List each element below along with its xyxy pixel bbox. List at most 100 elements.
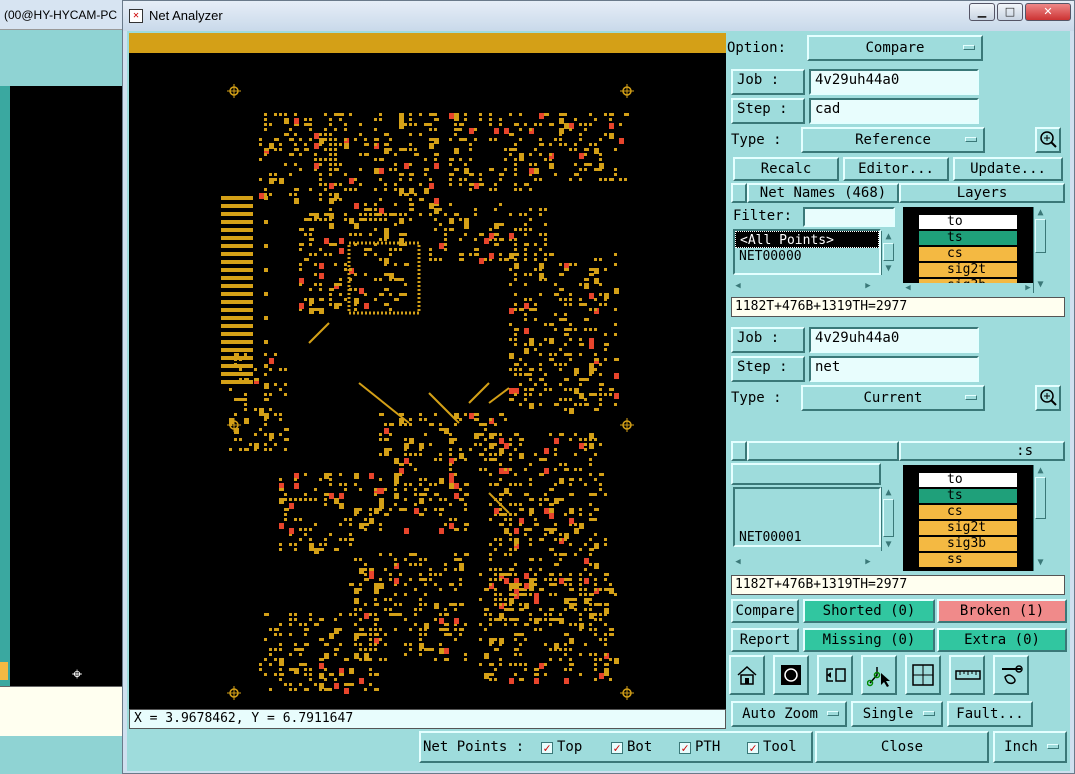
net-points-label: Net Points : [423,739,525,755]
scroll-thumb[interactable] [1035,477,1046,519]
layer-item-ts[interactable]: ts [919,489,1017,503]
close-button[interactable]: Close [815,731,989,763]
ref-zoom-button[interactable] [1035,127,1061,153]
cur-job-field[interactable]: 4v29uh44a0 [809,327,979,353]
window-client: X = 3.9678462, Y = 6.7911647 Option: Com… [127,31,1070,771]
pcb-board-view[interactable] [129,53,726,709]
auto-zoom-dropdown[interactable]: Auto Zoom [731,701,847,727]
single-dropdown[interactable]: Single [851,701,943,727]
scroll-up-icon[interactable]: ▲ [883,231,894,242]
layer-item-cs[interactable]: cs [919,247,1017,261]
scroll-thumb[interactable] [1035,219,1046,253]
net-select-tool-button[interactable] [861,655,897,695]
ref-net-names-header[interactable]: Net Names (468) [747,183,899,203]
option-value: Compare [865,40,925,56]
fault-button[interactable]: Fault... [947,701,1033,727]
layer-item-to[interactable]: to [919,215,1017,229]
scroll-left-icon[interactable]: ◀ [733,281,743,291]
filter-input[interactable] [803,207,895,227]
cur-net-hscroll[interactable]: ◀ ▶ [733,557,873,569]
ref-layers-header[interactable]: Layers [899,183,1065,203]
report-button[interactable]: Report [731,628,799,652]
list-item[interactable]: NET00001 [735,529,879,545]
scroll-thumb[interactable] [883,243,894,261]
scroll-down-icon[interactable]: ▼ [1035,557,1046,568]
scroll-left-icon[interactable]: ◀ [903,283,913,293]
scroll-thumb[interactable] [883,499,894,537]
broken-button[interactable]: Broken (1) [937,599,1067,623]
pth-checkbox-label: PTH [695,739,721,755]
shorted-button[interactable]: Shorted (0) [803,599,935,623]
layer-item-cs[interactable]: cs [919,505,1017,519]
list-item[interactable]: <All Points> [735,231,879,248]
scroll-up-icon[interactable]: ▲ [1035,207,1046,218]
compare-button[interactable]: Compare [731,599,799,623]
cur-net-list[interactable]: NET00001 [733,487,881,547]
home-tool-button[interactable] [729,655,765,695]
maximize-button[interactable]: □ [997,3,1023,21]
scroll-down-icon[interactable]: ▼ [1035,279,1046,290]
ruler-tool-button[interactable] [949,655,985,695]
ref-layer-hscroll[interactable]: ◀ ▶ [903,283,1033,295]
cur-step-field[interactable]: net [809,356,979,382]
units-dropdown[interactable]: Inch [993,731,1067,763]
zoom-window-tool-button[interactable] [773,655,809,695]
scroll-right-icon[interactable]: ▶ [863,557,873,567]
close-window-button[interactable]: ✕ [1025,3,1071,21]
magnifier-icon [1040,131,1057,148]
minimize-button[interactable]: ▁ [969,3,995,21]
tool-checkbox[interactable]: ✓ Tool [747,739,797,755]
ref-net-hscroll[interactable]: ◀ ▶ [733,281,873,293]
ref-type-dropdown[interactable]: Reference [801,127,985,153]
pth-checkbox[interactable]: ✓ PTH [679,739,720,755]
cur-net-vscroll[interactable]: ▲ ▼ [881,487,895,551]
ref-job-field[interactable]: 4v29uh44a0 [809,69,979,95]
list-item[interactable]: NET00000 [735,248,879,265]
ref-net-vscroll[interactable]: ▲ ▼ [881,231,895,275]
scroll-down-icon[interactable]: ▼ [883,539,894,550]
layer-item-to[interactable]: to [919,473,1017,487]
cur-net-sort-button[interactable] [731,441,747,461]
bot-checkbox[interactable]: ✓ Bot [611,739,652,755]
scroll-left-icon[interactable]: ◀ [733,557,743,567]
chevron-down-icon [965,137,977,142]
ref-net-list[interactable]: <All Points> NET00000 [733,229,881,275]
pcb-canvas[interactable] [129,33,726,709]
update-button[interactable]: Update... [953,157,1063,181]
auto-zoom-value: Auto Zoom [742,706,818,722]
layer-item-sig2t[interactable]: sig2t [919,521,1017,535]
missing-button[interactable]: Missing (0) [803,628,935,652]
extra-button[interactable]: Extra (0) [937,628,1067,652]
layer-item-ts[interactable]: ts [919,231,1017,245]
scroll-down-icon[interactable]: ▼ [883,263,894,274]
layer-item-sig2t[interactable]: sig2t [919,263,1017,277]
option-dropdown[interactable]: Compare [807,35,983,61]
editor-button[interactable]: Editor... [843,157,949,181]
scroll-up-icon[interactable]: ▲ [883,487,894,498]
frame-tool-button[interactable] [905,655,941,695]
cur-layers-header[interactable]: :s [899,441,1065,461]
home-icon [737,665,757,685]
undo-view-tool-button[interactable] [817,655,853,695]
layer-item-ss[interactable]: ss [919,553,1017,567]
recalc-button[interactable]: Recalc [733,157,839,181]
frame-icon [912,664,934,686]
cur-net-names-header[interactable] [747,441,899,461]
top-checkbox[interactable]: ✓ Top [541,739,582,755]
background-tab[interactable] [0,662,8,680]
snap-tool-button[interactable] [993,655,1029,695]
cur-zoom-button[interactable] [1035,385,1061,411]
ref-type-value: Reference [855,132,931,148]
ref-layer-vscroll[interactable]: ▲ ▼ [1033,207,1047,293]
cur-type-dropdown[interactable]: Current [801,385,985,411]
cur-layer-list[interactable]: to ts cs sig2t sig3b ss [903,465,1033,571]
scroll-up-icon[interactable]: ▲ [1035,465,1046,476]
net-analyzer-icon: ✕ [129,9,143,23]
scroll-right-icon[interactable]: ▶ [1023,283,1033,293]
ref-layer-list[interactable]: totscssig2tsig3b [903,207,1033,293]
cur-layer-vscroll[interactable]: ▲ ▼ [1033,465,1047,571]
layer-item-sig3b[interactable]: sig3b [919,537,1017,551]
ref-net-sort-button[interactable] [731,183,747,203]
scroll-right-icon[interactable]: ▶ [863,281,873,291]
ref-step-field[interactable]: cad [809,98,979,124]
